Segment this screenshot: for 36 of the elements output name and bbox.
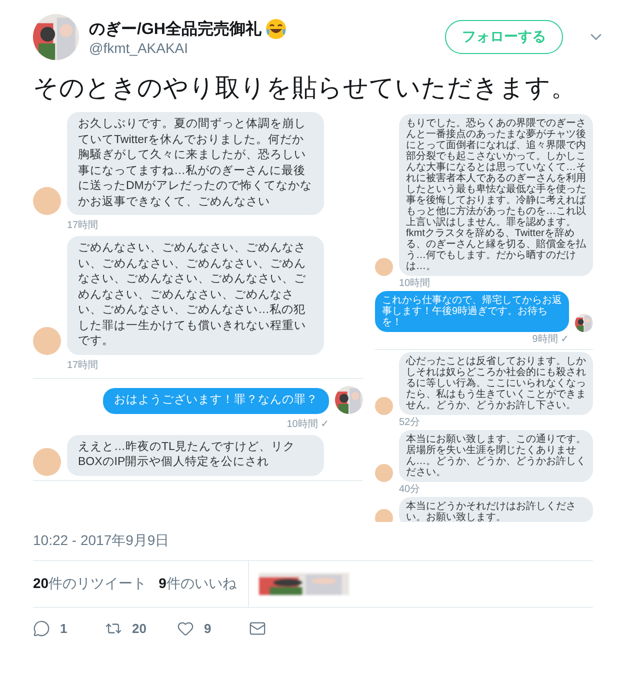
message-bubble: 本当にどうかそれだけはお許しください。お願い致します。 <box>399 497 593 522</box>
message-bubble: これから仕事なので、帰宅してからお返事します！午後9時過ぎです。お待ちを！ <box>375 291 569 332</box>
message-time: 9時間 ✓ <box>532 334 569 345</box>
heart-icon[interactable] <box>177 620 194 637</box>
message-bubble: ごめんなさい、ごめんなさい、ごめんなさい、ごめんなさい、ごめんなさい、ごめんなさい、ごめんなさい、ごめんなさい、ごめんなさい、ごめんなさい、ごめんなさい、ごめんなさい、ごめんなさい…私の犯した罪は一生かけても償いきれない程重いです。 <box>67 236 324 355</box>
message-time: 10時間 ✓ <box>286 418 329 430</box>
avatar <box>375 464 393 482</box>
stat-text[interactable]: 9件のいいね <box>158 575 236 593</box>
action-count: 1 <box>60 621 68 636</box>
timestamp[interactable]: 10:22 - 2017年9月9日 <box>33 522 605 560</box>
reply-icon[interactable] <box>33 620 50 637</box>
message-time: 40分 <box>399 484 420 495</box>
avatar <box>33 326 61 355</box>
message-bubble: おはようございます！罪？なんの罪？ <box>103 388 329 414</box>
mail-icon[interactable] <box>249 620 266 637</box>
message-time: 52分 <box>399 417 420 428</box>
tweet-text: そのときのやり取りを貼らせていただきます。 <box>33 73 577 104</box>
avatar <box>375 397 393 415</box>
avatar <box>375 258 393 276</box>
message-time: 17時間 <box>67 220 98 232</box>
message-bubble: もりでした。恐らくあの界隈でのぎーさんと一番接点のあったまな夢がチャツ後にとって面倒者になれば、追々界隈で内部分裂でも起こさないかって。しかしこんな大事になるとは思っていなくて…それに被害者本人であるのぎーさんを利用したという最も卑怯な最低な手を使った事を後悔しております。冷静に考えればもっと他に方法があったものを…これ以上言い訳はしません。罪を認めます。fkmtクラスタを辞める、Twitterを辞める、のぎーさんと縁を切る、賠償金を払う…何でもします。だから晒すのだけは…。 <box>399 114 593 276</box>
avatar <box>33 448 61 476</box>
message-bubble: 心だったことは反省しております。しかしそれは奴らどころか社会的にも殺されるに等しい行為。ここにいられなくなったら、私はもう生きていくことができません。どうか、どうかお許し下さい。 <box>399 352 593 415</box>
avatar <box>375 509 393 522</box>
laughing-emoji-icon <box>265 18 288 40</box>
action-count: 9 <box>204 621 212 636</box>
message-time: 10時間 <box>399 278 430 289</box>
message-bubble: お久しぶりです。夏の間ずっと体調を崩していてTwitterを休んでおりました。何だか胸騒ぎがして久々に来ましたが、恐ろしい事になってますね…私がのぎーさんに最後に送ったDMがアレだったので怖くてなかなかお返事できなくて、ごめんなさい <box>67 112 324 216</box>
author-handle[interactable]: @fkmt_AKAKAI <box>89 40 435 56</box>
stat-text[interactable]: 20件のリツイート <box>33 575 147 593</box>
author-name[interactable]: のぎー/GH全品完売御礼 <box>89 18 262 40</box>
message-time: 17時間 <box>67 360 98 371</box>
message-bubble: ええと…昨夜のTL見たんですけど、リクBOXのIP開示や個人特定を公にされ <box>67 434 324 476</box>
action-count: 20 <box>132 621 146 636</box>
message-bubble: 本当にお願い致します、この通りです。居場所を失い生涯を閉じたくありません…。どうか、どうか、どうかお許しください。 <box>399 430 593 482</box>
avatar <box>33 187 61 216</box>
